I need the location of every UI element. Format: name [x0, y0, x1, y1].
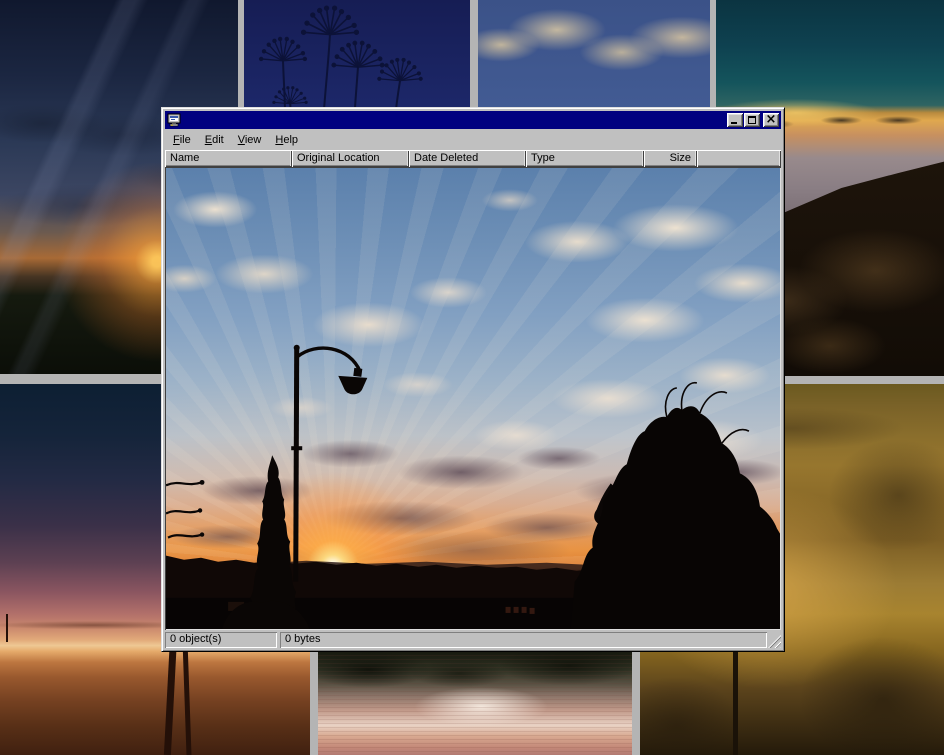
wooden-pole [6, 614, 8, 642]
close-button[interactable]: × [763, 113, 779, 127]
menu-help[interactable]: Help [268, 132, 305, 148]
column-header-size[interactable]: Size [644, 150, 697, 167]
resize-grip[interactable] [768, 635, 781, 648]
minimize-button[interactable] [727, 113, 743, 127]
column-header-row: Name Original Location Date Deleted Type… [165, 150, 781, 167]
system-menu-computer-icon[interactable] [167, 113, 181, 127]
menu-view[interactable]: View [231, 132, 269, 148]
status-object-count: 0 object(s) [165, 632, 277, 648]
list-view[interactable] [165, 167, 781, 630]
thin-pole [733, 650, 738, 755]
close-icon: × [766, 115, 777, 125]
column-header-type[interactable]: Type [526, 150, 644, 167]
menu-file[interactable]: File [166, 132, 198, 148]
status-bar: 0 object(s) 0 bytes [165, 632, 781, 648]
column-header-name[interactable]: Name [165, 150, 292, 167]
menu-bar: File Edit View Help [165, 130, 781, 150]
status-total-size: 0 bytes [280, 632, 767, 648]
photo-silhouettes [166, 168, 780, 629]
titlebar[interactable]: × [165, 111, 781, 129]
column-header-date-deleted[interactable]: Date Deleted [409, 150, 526, 167]
maximize-icon [748, 116, 756, 124]
column-header-original-location[interactable]: Original Location [292, 150, 409, 167]
maximize-button[interactable] [744, 113, 760, 127]
column-header-filler [697, 150, 781, 167]
minimize-icon [731, 122, 737, 124]
recycle-bin-window: × File Edit View Help Name Original Loca… [161, 107, 785, 652]
desktop: × File Edit View Help Name Original Loca… [0, 0, 944, 755]
menu-edit[interactable]: Edit [198, 132, 231, 148]
